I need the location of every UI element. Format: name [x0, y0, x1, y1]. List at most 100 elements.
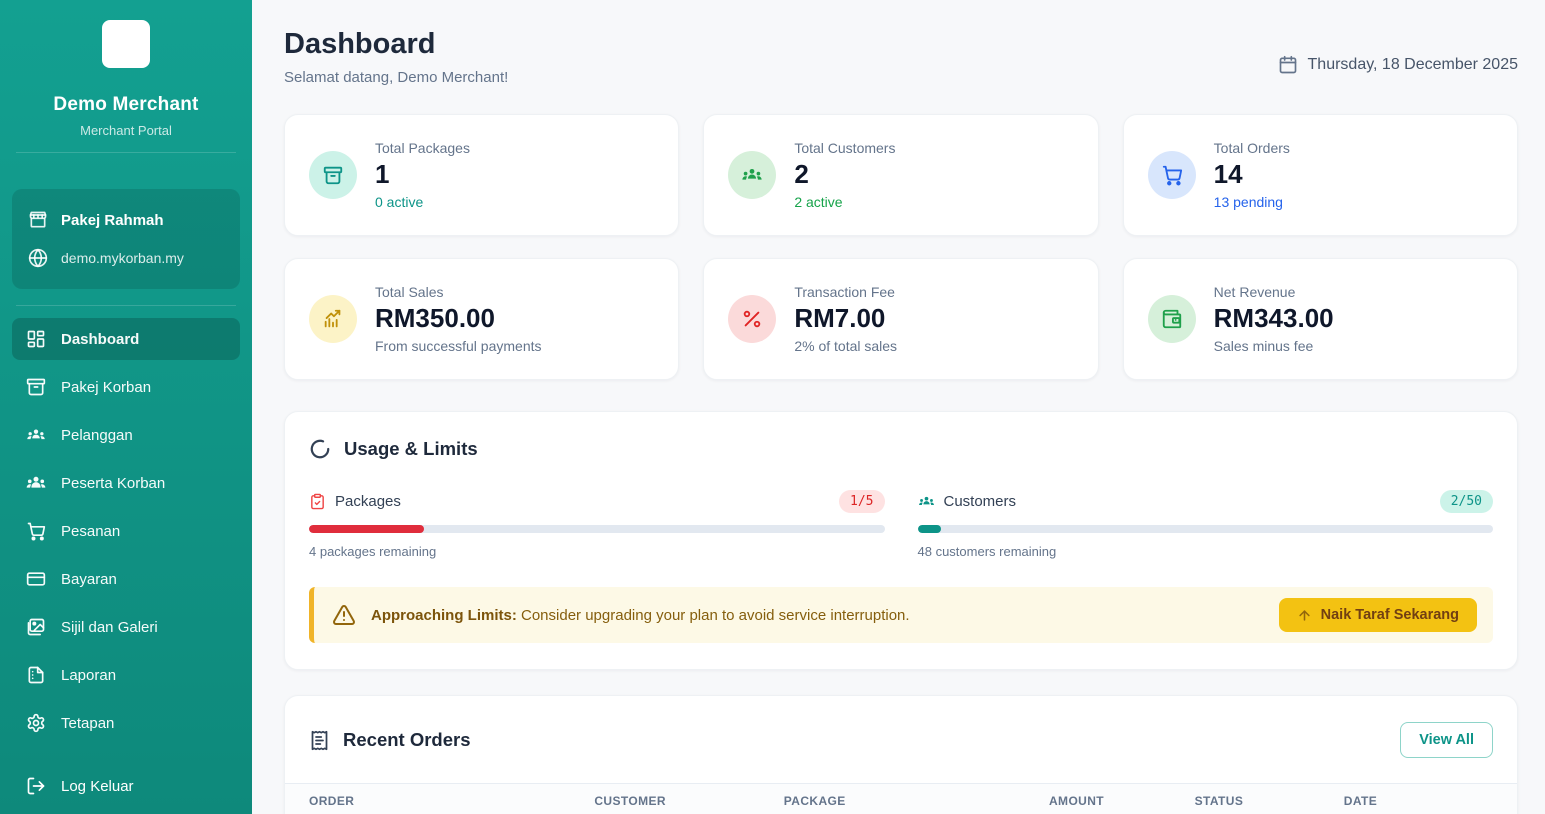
sidebar-item-label: Laporan [61, 667, 116, 684]
upgrade-button-label: Naik Taraf Sekarang [1321, 607, 1459, 623]
sidebar-item-tetapan[interactable]: Tetapan [12, 702, 240, 744]
sidebar-item-label: Bayaran [61, 571, 117, 588]
stat-card-total-orders: Total Orders 14 13 pending [1123, 114, 1518, 236]
usage-gauge-icon [309, 438, 331, 460]
dashboard-grid-icon [26, 329, 46, 349]
sidebar-item-sijil-dan-galeri[interactable]: Sijil dan Galeri [12, 606, 240, 648]
merchant-info-card: Pakej Rahmah demo.mykorban.my [12, 189, 240, 289]
sidebar-item-pakej-korban[interactable]: Pakej Korban [12, 366, 240, 408]
credit-card-icon [26, 569, 46, 589]
gallery-icon [26, 617, 46, 637]
shopping-cart-icon [26, 521, 46, 541]
packages-progress-track [309, 525, 885, 533]
merchant-package-name: Pakej Rahmah [61, 212, 164, 229]
stat-value: RM343.00 [1214, 303, 1334, 334]
warning-message: Consider upgrading your plan to avoid se… [517, 607, 910, 624]
stat-value: RM7.00 [794, 303, 897, 334]
warning-text: Approaching Limits: Consider upgrading y… [371, 607, 910, 624]
users-group-icon [26, 473, 46, 493]
meter-label: Customers [944, 493, 1017, 510]
stat-sub: Sales minus fee [1214, 338, 1334, 354]
sidebar-item-label: Sijil dan Galeri [61, 619, 158, 636]
usage-limits-card: Usage & Limits Packages 1/5 4 packages r… [284, 411, 1518, 670]
stat-body: Total Customers 2 2 active [794, 140, 895, 210]
wallet-icon [1148, 295, 1196, 343]
merchant-logo [102, 20, 150, 68]
stat-sub: 2 active [794, 194, 895, 210]
approaching-limits-banner: Approaching Limits: Consider upgrading y… [309, 587, 1493, 643]
sidebar-item-label: Peserta Korban [61, 475, 165, 492]
sidebar-item-bayaran[interactable]: Bayaran [12, 558, 240, 600]
sidebar-item-laporan[interactable]: Laporan [12, 654, 240, 696]
sidebar: Demo Merchant Merchant Portal Pakej Rahm… [0, 0, 252, 814]
bar-chart-icon [309, 295, 357, 343]
stat-body: Total Packages 1 0 active [375, 140, 470, 210]
customers-meter: Customers 2/50 48 customers remaining [918, 490, 1494, 559]
globe-icon [28, 248, 48, 268]
stat-body: Net Revenue RM343.00 Sales minus fee [1214, 284, 1334, 354]
users-icon [728, 151, 776, 199]
sidebar-item-peserta-korban[interactable]: Peserta Korban [12, 462, 240, 504]
merchant-domain: demo.mykorban.my [61, 250, 184, 266]
sidebar-header: Demo Merchant Merchant Portal [0, 0, 252, 173]
stat-label: Total Customers [794, 140, 895, 156]
sidebar-item-dashboard[interactable]: Dashboard [12, 318, 240, 360]
customers-remaining-text: 48 customers remaining [918, 544, 1494, 559]
column-header-customer: CUSTOMER [594, 794, 783, 808]
arrow-up-icon [1297, 608, 1312, 623]
stat-value: 2 [794, 159, 895, 190]
users-icon [26, 425, 46, 445]
merchant-package-row: Pakej Rahmah [28, 201, 224, 239]
sidebar-item-pelanggan[interactable]: Pelanggan [12, 414, 240, 456]
logout-button[interactable]: Log Keluar [0, 762, 252, 814]
calendar-icon [1278, 55, 1298, 75]
orders-table-header: ORDER CUSTOMER PACKAGE AMOUNT STATUS DAT… [285, 783, 1517, 814]
page-header-text: Dashboard Selamat datang, Demo Merchant! [284, 28, 508, 86]
date-text: Thursday, 18 December 2025 [1308, 56, 1518, 74]
sidebar-item-label: Dashboard [61, 331, 139, 348]
stat-label: Net Revenue [1214, 284, 1334, 300]
customers-usage-badge: 2/50 [1440, 490, 1493, 513]
meter-head: Customers 2/50 [918, 490, 1494, 513]
stat-label: Transaction Fee [794, 284, 897, 300]
view-all-button[interactable]: View All [1400, 722, 1493, 758]
stat-body: Total Sales RM350.00 From successful pay… [375, 284, 542, 354]
packages-usage-badge: 1/5 [839, 490, 884, 513]
usage-meters: Packages 1/5 4 packages remaining Custom… [309, 490, 1493, 559]
divider [16, 152, 236, 153]
usage-limits-title: Usage & Limits [309, 438, 1493, 460]
archive-box-icon [26, 377, 46, 397]
users-icon [918, 493, 935, 510]
stat-value: 1 [375, 159, 470, 190]
storefront-icon [28, 210, 48, 230]
meter-label: Packages [335, 493, 401, 510]
stat-sub: 13 pending [1214, 194, 1290, 210]
stat-sub: 0 active [375, 194, 470, 210]
column-header-package: PACKAGE [784, 794, 1049, 808]
stat-card-total-sales: Total Sales RM350.00 From successful pay… [284, 258, 679, 380]
customers-progress-fill [918, 525, 941, 533]
packages-remaining-text: 4 packages remaining [309, 544, 885, 559]
sidebar-item-label: Pelanggan [61, 427, 133, 444]
stat-value: RM350.00 [375, 303, 542, 334]
column-header-date: DATE [1344, 794, 1493, 808]
stat-value: 14 [1214, 159, 1290, 190]
receipt-icon [309, 730, 330, 751]
stat-sub: From successful payments [375, 338, 542, 354]
packages-meter: Packages 1/5 4 packages remaining [309, 490, 885, 559]
stat-label: Total Sales [375, 284, 542, 300]
column-header-status: STATUS [1195, 794, 1344, 808]
warning-title: Approaching Limits: [371, 607, 517, 624]
stat-label: Total Orders [1214, 140, 1290, 156]
upgrade-now-button[interactable]: Naik Taraf Sekarang [1279, 598, 1477, 632]
percent-icon [728, 295, 776, 343]
sidebar-item-pesanan[interactable]: Pesanan [12, 510, 240, 552]
stat-card-transaction-fee: Transaction Fee RM7.00 2% of total sales [703, 258, 1098, 380]
column-header-order: ORDER [309, 794, 594, 808]
recent-orders-header: Recent Orders View All [285, 696, 1517, 783]
report-file-icon [26, 665, 46, 685]
recent-orders-card: Recent Orders View All ORDER CUSTOMER PA… [284, 695, 1518, 814]
brand-name: Demo Merchant [16, 94, 236, 116]
logout-icon [26, 776, 46, 796]
clipboard-icon [309, 493, 326, 510]
